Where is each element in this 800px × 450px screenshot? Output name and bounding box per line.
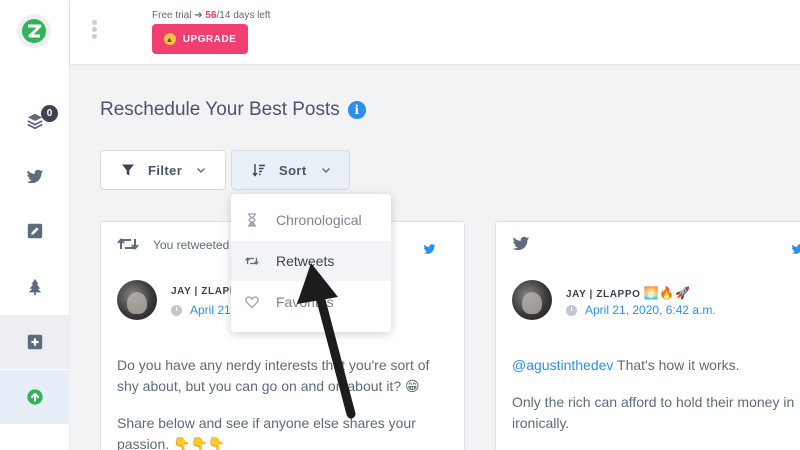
post-text: @agustinthedev That's how it works. bbox=[512, 355, 800, 376]
trial-status: Free trial ➔ 56/14 days left bbox=[152, 10, 270, 21]
chevron-down-icon bbox=[321, 168, 330, 173]
twitter-icon bbox=[512, 236, 530, 251]
heart-icon bbox=[245, 296, 259, 309]
twitter-icon[interactable] bbox=[423, 244, 436, 255]
post-text: Only the rich can afford to hold their m… bbox=[512, 394, 795, 431]
twitter-icon bbox=[26, 169, 44, 184]
edit-icon bbox=[27, 223, 43, 239]
filter-button[interactable]: Filter bbox=[100, 150, 226, 190]
chevron-down-icon bbox=[197, 168, 206, 173]
retweet-icon bbox=[245, 257, 259, 265]
sort-option-label: Retweets bbox=[276, 253, 335, 269]
author-name: JAY | ZLAPPO 🌅🔥🚀 bbox=[566, 286, 690, 300]
sidebar-item-twitter[interactable] bbox=[0, 150, 70, 204]
sort-option-favorites[interactable]: Favorites bbox=[231, 282, 391, 322]
avatar bbox=[117, 280, 157, 320]
sidebar-item-compose[interactable] bbox=[0, 204, 70, 258]
hourglass-icon bbox=[248, 213, 256, 227]
kebab-menu-icon[interactable] bbox=[90, 20, 98, 40]
sidebar-item-add[interactable] bbox=[0, 315, 70, 369]
plus-square-icon bbox=[27, 334, 43, 350]
trial-suffix: /14 days left bbox=[216, 10, 271, 21]
sort-option-retweets[interactable]: Retweets bbox=[231, 241, 391, 281]
filter-label: Filter bbox=[148, 162, 183, 178]
arrow-up-circle-icon bbox=[27, 389, 43, 405]
retweet-status: You retweeted bbox=[153, 238, 230, 252]
page-title-text: Reschedule Your Best Posts bbox=[100, 99, 340, 120]
sidebar: 0 bbox=[0, 0, 70, 450]
sort-icon bbox=[252, 164, 265, 177]
author-emoji: 🌅🔥🚀 bbox=[643, 286, 691, 300]
post-text: Do you have any nerdy interests that you… bbox=[117, 357, 430, 394]
post-date-text: April 21, 2020, 6:42 a.m. bbox=[585, 303, 716, 317]
twitter-icon[interactable] bbox=[791, 244, 800, 255]
sort-option-chronological[interactable]: Chronological bbox=[231, 200, 391, 240]
sort-dropdown-menu: Chronological Retweets Favorites bbox=[231, 194, 391, 332]
queue-count-badge: 0 bbox=[41, 105, 58, 122]
filter-icon bbox=[122, 164, 134, 176]
sidebar-item-upload[interactable] bbox=[0, 370, 70, 424]
upgrade-arrow-icon: ▲ bbox=[163, 33, 176, 45]
sidebar-item-evergreen[interactable] bbox=[0, 260, 70, 314]
upgrade-button[interactable]: ▲ UPGRADE bbox=[152, 24, 248, 54]
sort-button[interactable]: Sort bbox=[231, 150, 350, 190]
mention-link[interactable]: @agustinthedev bbox=[512, 357, 613, 373]
sort-option-label: Favorites bbox=[276, 294, 334, 310]
zlappo-logo[interactable] bbox=[17, 14, 51, 48]
logo-z-icon bbox=[22, 19, 46, 43]
post-date[interactable]: April 21, 2020, 6:42 a.m. bbox=[566, 303, 716, 317]
retweet-icon bbox=[117, 237, 139, 251]
page-title: Reschedule Your Best Posts i bbox=[100, 99, 366, 121]
post-text-rest: That's how it works. bbox=[613, 357, 740, 373]
avatar bbox=[512, 280, 552, 320]
post-text: Share below and see if anyone else share… bbox=[117, 415, 416, 450]
tree-icon bbox=[28, 278, 42, 296]
author-name-text: JAY | ZLAPPO bbox=[566, 289, 641, 300]
sort-label: Sort bbox=[279, 162, 307, 178]
sort-option-label: Chronological bbox=[276, 212, 362, 228]
upgrade-label: UPGRADE bbox=[182, 33, 237, 45]
post-card[interactable]: JAY | ZLAPPO 🌅🔥🚀 April 21, 2020, 6:42 a.… bbox=[495, 221, 800, 450]
trial-days-used: 56 bbox=[205, 10, 217, 21]
info-icon[interactable]: i bbox=[347, 101, 366, 119]
top-bar: Free trial ➔ 56/14 days left ▲ UPGRADE bbox=[70, 0, 800, 64]
post-date-text: April 21 bbox=[190, 303, 231, 317]
trial-prefix: Free trial ➔ bbox=[152, 10, 206, 21]
sidebar-item-queue[interactable] bbox=[0, 94, 70, 148]
post-date[interactable]: April 21 bbox=[171, 303, 231, 317]
clock-icon bbox=[171, 304, 182, 316]
clock-icon bbox=[566, 304, 577, 316]
